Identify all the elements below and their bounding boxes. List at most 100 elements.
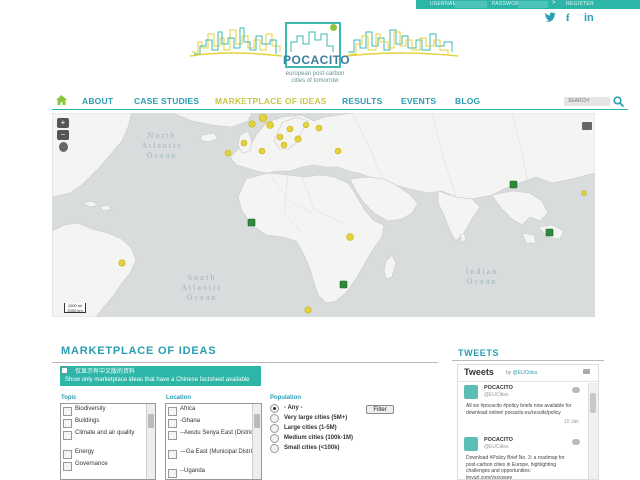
tweets-by-handle[interactable]: @EUCities <box>513 370 538 376</box>
checkbox[interactable] <box>63 431 72 440</box>
marketplace-divider <box>52 362 438 363</box>
list-item[interactable]: ---Ga East (Municipal District) <box>166 449 261 468</box>
scrollbar-thumb[interactable] <box>148 414 154 428</box>
radio[interactable] <box>270 414 279 423</box>
scrollbar[interactable] <box>252 404 261 479</box>
chinese-factsheet-checkbox[interactable] <box>61 367 68 374</box>
map-marker <box>248 120 256 128</box>
map-markers[interactable] <box>52 113 595 317</box>
list-item[interactable]: --Uganda <box>166 468 261 479</box>
radio[interactable] <box>270 424 279 433</box>
logo-tagline-line-2: cities of tomorrow <box>291 78 339 84</box>
login-arrow-button[interactable]: > <box>552 0 556 6</box>
nav-about[interactable]: ABOUT <box>82 96 113 106</box>
tweet-date[interactable]: 10 Jan <box>564 419 579 425</box>
tweet-handle[interactable]: @EUCities <box>484 444 509 450</box>
checkbox[interactable] <box>168 407 177 416</box>
radio[interactable] <box>270 404 279 413</box>
logo-name: POCACITO <box>283 53 351 67</box>
main-nav: ABOUT CASE STUDIES MARKETPLACE OF IDEAS … <box>52 95 628 109</box>
search-icon[interactable] <box>613 96 624 107</box>
list-item[interactable]: Buildings <box>61 418 155 430</box>
scrollbar-thumb[interactable] <box>254 414 260 428</box>
map-scale: 1000 mi 2000 km <box>64 303 86 313</box>
map-marker <box>302 121 310 129</box>
map-marker <box>315 124 323 132</box>
checkbox[interactable] <box>168 419 177 428</box>
map-marker-green <box>509 180 518 189</box>
logo-tagline-line-1: european post-carbon <box>285 71 345 77</box>
checkbox[interactable] <box>168 469 177 478</box>
tweets-header-divider <box>458 381 598 382</box>
username-input[interactable] <box>455 1 487 8</box>
facebook-icon[interactable]: f <box>566 12 570 24</box>
topic-listbox[interactable]: Biodiversity Buildings Climate and air q… <box>60 403 156 480</box>
search-input[interactable] <box>564 97 610 106</box>
checkbox[interactable] <box>168 450 177 459</box>
location-label: Location <box>166 395 191 401</box>
list-item[interactable]: --Awutu Senya East (District) <box>166 430 261 449</box>
chinese-factsheet-banner[interactable]: 仅显示有中文版的资料 Show only marketplace ideas t… <box>60 366 261 386</box>
map-marker <box>346 233 354 241</box>
tweet-text: Download #Policy Brief No. 3: a roadmap … <box>466 455 565 480</box>
scrollbar-thumb[interactable] <box>590 393 596 413</box>
list-item[interactable]: -Ghana <box>166 418 261 430</box>
twitter-icon[interactable] <box>583 369 590 374</box>
tweet-author[interactable]: POCACITO <box>484 385 513 391</box>
map-marker-green <box>545 228 554 237</box>
population-label: Population <box>270 395 301 401</box>
checkbox[interactable] <box>63 407 72 416</box>
list-item[interactable]: Climate and air quality <box>61 430 155 449</box>
nav-blog[interactable]: BLOG <box>455 96 480 106</box>
scrollbar[interactable] <box>146 404 155 479</box>
map-marker <box>280 141 288 149</box>
map-marker <box>334 147 342 155</box>
nav-case-studies[interactable]: CASE STUDIES <box>134 96 199 106</box>
linkedin-icon[interactable]: in <box>584 12 594 24</box>
nav-events[interactable]: EVENTS <box>401 96 436 106</box>
avatar[interactable] <box>464 385 478 399</box>
twitter-icon[interactable] <box>545 12 556 25</box>
list-item[interactable]: Africa <box>166 406 261 418</box>
map-marker <box>258 113 268 123</box>
list-item[interactable]: Energy <box>61 449 155 461</box>
checkbox[interactable] <box>63 462 72 471</box>
scrollbar[interactable] <box>588 383 598 479</box>
map-scale-bottom: 2000 km <box>67 308 83 313</box>
checkbox[interactable] <box>63 450 72 459</box>
nav-marketplace-of-ideas[interactable]: MARKETPLACE OF IDEAS <box>215 96 327 106</box>
list-item[interactable]: Governance <box>61 461 155 473</box>
location-listbox[interactable]: Africa -Ghana --Awutu Senya East (Distri… <box>165 403 262 480</box>
avatar[interactable] <box>464 437 478 451</box>
tweets-widget-title: Tweets <box>464 367 494 377</box>
chinese-desc: Show only marketplace ideas that have a … <box>65 377 250 383</box>
map-marker <box>266 121 274 129</box>
map-marker-green <box>339 280 348 289</box>
nav-divider <box>52 109 628 110</box>
list-item[interactable]: Biodiversity <box>61 406 155 418</box>
radio[interactable] <box>270 444 279 453</box>
tweets-divider <box>452 360 604 361</box>
map-marker <box>304 306 312 314</box>
home-icon[interactable] <box>56 95 67 105</box>
map-marker <box>581 190 587 196</box>
register-link[interactable]: REGISTER <box>566 1 594 7</box>
twitter-widget[interactable]: Tweets by @EUCities POCACITO @EUCities A… <box>457 364 599 480</box>
logo-dot <box>330 24 337 31</box>
map-marker <box>240 139 248 147</box>
map-marker <box>276 133 284 141</box>
checkbox[interactable] <box>168 431 177 440</box>
world-map[interactable]: + − North Atlantic Ocean South Atlantic … <box>52 113 595 317</box>
password-input[interactable] <box>518 1 548 8</box>
map-marker-green <box>247 218 256 227</box>
filter-button[interactable]: Filter <box>366 405 394 414</box>
site-logo[interactable]: POCACITO european post-carbon cities of … <box>190 20 460 92</box>
twitter-bird-icon <box>572 439 580 445</box>
tweet-handle[interactable]: @EUCities <box>484 392 509 398</box>
nav-results[interactable]: RESULTS <box>342 96 382 106</box>
tweet-author[interactable]: POCACITO <box>484 437 513 443</box>
radio[interactable] <box>270 434 279 443</box>
checkbox[interactable] <box>63 419 72 428</box>
logo-tagline: european post-carbon cities of tomorrow <box>276 71 354 85</box>
map-marker <box>258 147 266 155</box>
